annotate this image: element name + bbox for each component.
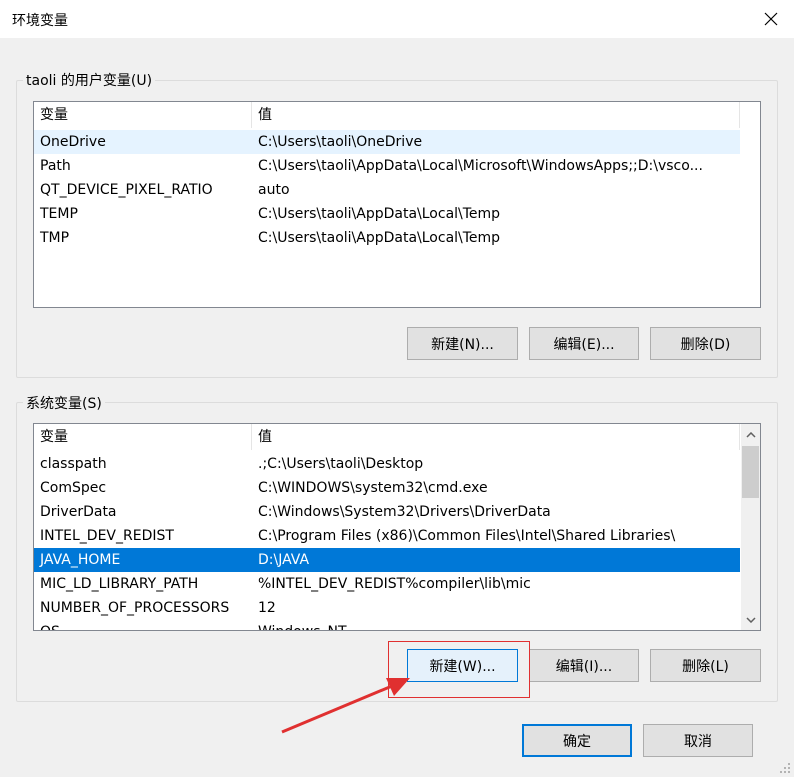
var-name: NUMBER_OF_PROCESSORS [40, 600, 230, 616]
var-name: DriverData [40, 504, 117, 520]
table-row[interactable]: DriverData C:\Windows\System32\Drivers\D… [34, 500, 740, 524]
var-name: MIC_LD_LIBRARY_PATH [40, 576, 199, 592]
table-row[interactable]: MIC_LD_LIBRARY_PATH %INTEL_DEV_REDIST%co… [34, 572, 740, 596]
table-row[interactable]: OneDrive C:\Users\taoli\OneDrive [34, 130, 740, 154]
system-vars-group-label: 系统变量(S) [23, 393, 105, 413]
table-row[interactable]: classpath .;C:\Users\taoli\Desktop [34, 452, 740, 476]
user-vars-header: 变量 值 [34, 102, 760, 128]
annotation-highlight-box [388, 641, 530, 698]
var-name: QT_DEVICE_PIXEL_RATIO [40, 182, 213, 198]
title-bar: 环境变量 [0, 0, 794, 38]
table-row[interactable]: INTEL_DEV_REDIST C:\Program Files (x86)\… [34, 524, 740, 548]
resize-grip-icon[interactable] [779, 762, 791, 774]
cancel-button[interactable]: 取消 [643, 724, 753, 757]
table-row[interactable]: NUMBER_OF_PROCESSORS 12 [34, 596, 740, 620]
column-header-value[interactable]: 值 [252, 102, 740, 128]
scroll-thumb[interactable] [742, 446, 759, 498]
window-title: 环境变量 [12, 13, 68, 29]
var-value: C:\Users\taoli\AppData\Local\Temp [258, 230, 501, 246]
table-row[interactable]: Path C:\Users\taoli\AppData\Local\Micros… [34, 154, 740, 178]
var-name: INTEL_DEV_REDIST [40, 528, 174, 544]
var-name: OS [34, 620, 252, 630]
var-name: JAVA_HOME [40, 552, 121, 568]
user-vars-list[interactable]: 变量 值 OneDrive C:\Users\taoli\OneDrive Pa… [33, 101, 761, 308]
column-header-name[interactable]: 变量 [34, 102, 252, 128]
var-name: TMP [40, 230, 70, 246]
table-row[interactable]: ComSpec C:\WINDOWS\system32\cmd.exe [34, 476, 740, 500]
column-header-name[interactable]: 变量 [34, 424, 252, 450]
var-name: classpath [40, 456, 107, 472]
system-vars-scrollbar[interactable] [741, 424, 760, 630]
scroll-down-button[interactable] [742, 611, 759, 628]
var-name: Path [40, 158, 71, 174]
var-name: TEMP [40, 206, 78, 222]
table-row[interactable]: TEMP C:\Users\taoli\AppData\Local\Temp [34, 202, 740, 226]
system-vars-list[interactable]: 变量 值 classpath .;C:\Users\taoli\Desktop … [33, 423, 761, 631]
table-row[interactable]: QT_DEVICE_PIXEL_RATIO auto [34, 178, 740, 202]
scroll-up-button[interactable] [742, 426, 759, 443]
var-value: C:\Program Files (x86)\Common Files\Inte… [258, 528, 676, 544]
chevron-down-icon [745, 616, 756, 623]
var-value: auto [258, 182, 290, 198]
close-button[interactable] [748, 0, 794, 38]
user-edit-button[interactable]: 编辑(E)... [529, 327, 639, 360]
table-row[interactable]: TMP C:\Users\taoli\AppData\Local\Temp [34, 226, 740, 250]
var-value: C:\Users\taoli\AppData\Local\Microsoft\W… [258, 158, 703, 174]
system-vars-header: 变量 值 [34, 424, 760, 450]
var-name: ComSpec [40, 480, 107, 496]
column-header-value[interactable]: 值 [252, 424, 740, 450]
var-value: C:\Users\taoli\AppData\Local\Temp [258, 206, 501, 222]
var-value: %INTEL_DEV_REDIST%compiler\lib\mic [258, 576, 531, 592]
ok-button[interactable]: 确定 [522, 724, 632, 757]
var-value: C:\Users\taoli\OneDrive [258, 134, 423, 150]
user-new-button[interactable]: 新建(N)... [407, 327, 518, 360]
var-value: 12 [258, 600, 276, 616]
system-edit-button[interactable]: 编辑(I)... [529, 649, 639, 682]
user-vars-group-label: taoli 的用户变量(U) [23, 70, 156, 90]
table-row[interactable]: OS Windows_NT [34, 620, 740, 630]
var-value: D:\JAVA [258, 552, 310, 568]
var-value: C:\WINDOWS\system32\cmd.exe [258, 480, 488, 496]
close-icon [764, 12, 778, 26]
var-value: C:\Windows\System32\Drivers\DriverData [258, 504, 551, 520]
system-delete-button[interactable]: 删除(L) [650, 649, 761, 682]
var-name: OneDrive [40, 134, 106, 150]
table-row-selected[interactable]: JAVA_HOME D:\JAVA [34, 548, 740, 572]
var-value: Windows_NT [252, 620, 740, 630]
user-delete-button[interactable]: 删除(D) [650, 327, 761, 360]
chevron-up-icon [745, 431, 756, 438]
var-value: .;C:\Users\taoli\Desktop [258, 456, 424, 472]
